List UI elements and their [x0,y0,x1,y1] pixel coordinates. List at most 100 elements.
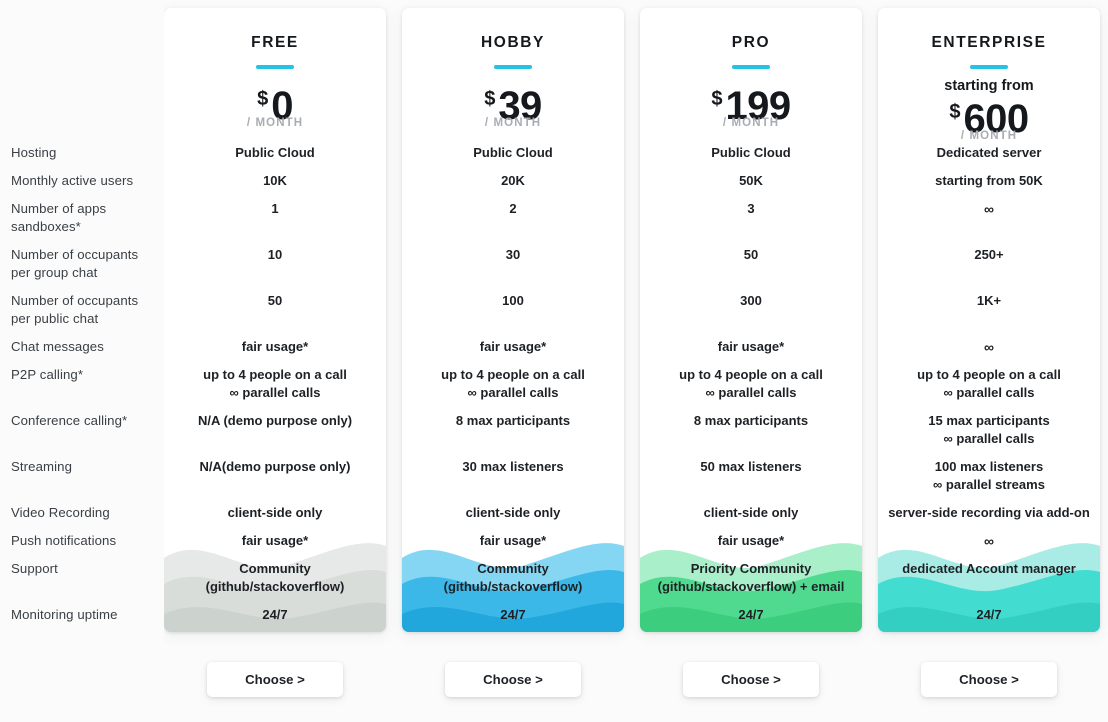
feature-value-line: Public Cloud [235,145,315,160]
feature-value-line: 24/7 [738,607,764,622]
feature-value: N/A(demo purpose only) [170,458,380,476]
feature-label: Support [11,561,58,576]
feature-value: 50 [170,292,380,310]
feature-value: Dedicated server [884,144,1094,162]
plan-accent-underline [256,65,294,69]
feature-label: Number of occupants per public chat [11,293,139,326]
feature-label: Monitoring uptime [11,607,118,622]
feature-value-line: ∞ parallel streams [933,477,1045,492]
plan-accent-underline [970,65,1008,69]
feature-value-line: fair usage* [479,339,547,354]
feature-value-line: 24/7 [262,607,288,622]
feature-value-line: client-side only [465,505,561,520]
price-period: / MONTH [722,117,780,129]
feature-value-line: fair usage* [241,339,309,354]
choose-button-enterprise[interactable]: Choose > [921,662,1057,697]
feature-value: 100 [408,292,618,310]
feature-value-line: ∞ [984,201,994,217]
feature-value-line: (github/stackoverflow) + email [657,579,845,594]
feature-value-line: 8 max participants [455,413,571,428]
feature-value: 50K [646,172,856,190]
feature-value-line: 30 [505,247,521,262]
feature-value: ∞ [884,532,1094,550]
choose-button-free[interactable]: Choose > [207,662,343,697]
feature-value-line: 250+ [974,247,1004,262]
feature-value-line: ∞ parallel calls [229,385,321,400]
feature-value: 30 max listeners [408,458,618,476]
feature-value-line: 24/7 [976,607,1002,622]
feature-value: ∞ [884,338,1094,356]
feature-value: 10K [170,172,380,190]
feature-value-line: fair usage* [241,533,309,548]
feature-value: fair usage* [170,338,380,356]
feature-value-line: 50K [739,173,763,188]
feature-value-line: 2 [509,201,517,216]
feature-value: 1 [170,200,380,218]
feature-value-line: Dedicated server [936,145,1042,160]
plan-name: PRO [731,34,771,51]
feature-value-line: 50 [267,293,283,308]
feature-value-line: up to 4 people on a call [441,367,585,382]
feature-value-line: client-side only [227,505,323,520]
plan-name: HOBBY [481,34,545,51]
feature-value: up to 4 people on a call ∞ parallel calls [170,366,380,402]
choose-button-pro[interactable]: Choose > [683,662,819,697]
choose-button-hobby[interactable]: Choose > [445,662,581,697]
feature-value: 24/7 [408,606,618,624]
feature-value: 8 max participants [408,412,618,430]
plan-card-hobby: HOBBY $39/ MONTH Public Cloud 20K 2 30 100 fair… [402,8,624,632]
feature-label: Monthly active users [11,173,134,188]
feature-value-line: 10K [263,173,287,188]
feature-value-line: dedicated Account manager [902,561,1076,576]
feature-value: 50 [646,246,856,264]
feature-value: 300 [646,292,856,310]
plan-card-pro: PRO $199/ MONTH Public Cloud 50K 3 50 300 fair … [640,8,862,632]
feature-value: Community (github/stackoverflow) [408,560,618,596]
feature-value-line: 8 max participants [693,413,809,428]
feature-value-line: 20K [501,173,525,188]
feature-label: Number of apps sandboxes* [11,201,107,234]
feature-value: fair usage* [170,532,380,550]
feature-value-line: (github/stackoverflow) [205,579,345,594]
price-period: / MONTH [960,130,1018,142]
price-period: / MONTH [484,117,542,129]
feature-value: 2 [408,200,618,218]
feature-value-line: 50 max listeners [700,459,802,474]
feature-value: 30 [408,246,618,264]
plan-card-free: FREE $0/ MONTH Public Cloud 10K 1 10 50 fair us… [164,8,386,632]
feature-value: fair usage* [646,338,856,356]
plan-card-enterprise: ENTERPRISE starting from $600/ MONTH Dedica… [878,8,1100,632]
feature-label: Push notifications [11,533,117,548]
feature-value-line: 100 max listeners [934,459,1044,474]
currency-symbol: $ [711,88,723,110]
feature-label: Video Recording [11,505,110,520]
feature-value: server-side recording via add-on [884,504,1094,522]
feature-value: up to 4 people on a call ∞ parallel calls [646,366,856,402]
feature-value: Public Cloud [170,144,380,162]
feature-value-line: Community [239,561,311,576]
plan-accent-underline [494,65,532,69]
price-period: / MONTH [246,117,304,129]
feature-value-line: ∞ [984,533,994,549]
feature-value-line: 30 max listeners [462,459,564,474]
feature-value: fair usage* [408,532,618,550]
feature-label: P2P calling* [11,367,84,382]
feature-value: starting from 50K [884,172,1094,190]
feature-label: Number of occupants per group chat [11,247,139,280]
feature-value: 24/7 [170,606,380,624]
feature-label: Chat messages [11,339,104,354]
feature-value-line: fair usage* [479,533,547,548]
feature-value: 24/7 [884,606,1094,624]
feature-value: 10 [170,246,380,264]
feature-value: client-side only [170,504,380,522]
feature-value: 3 [646,200,856,218]
feature-value-line: up to 4 people on a call [679,367,823,382]
feature-value-line: ∞ parallel calls [943,431,1035,446]
feature-value: 24/7 [646,606,856,624]
feature-value: Community (github/stackoverflow) [170,560,380,596]
feature-value-line: ∞ parallel calls [943,385,1035,400]
feature-value-line: ∞ parallel calls [705,385,797,400]
currency-symbol: $ [484,88,496,110]
plan-name: ENTERPRISE [931,34,1047,51]
feature-value: ∞ [884,200,1094,218]
